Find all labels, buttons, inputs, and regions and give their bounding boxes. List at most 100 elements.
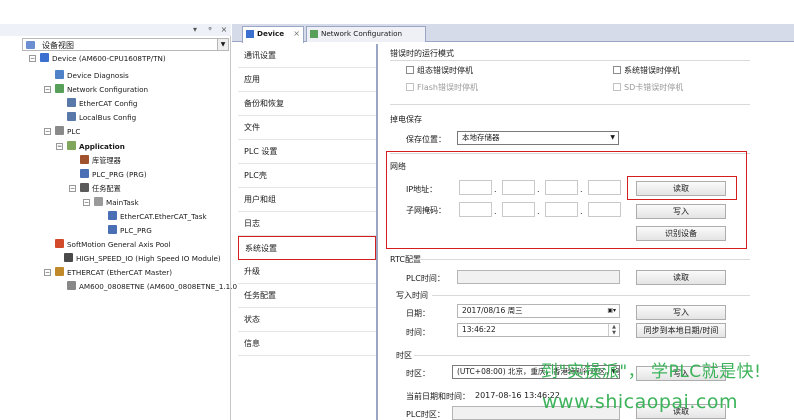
tree-node-label: MainTask bbox=[106, 198, 139, 207]
ip-address-label: IP地址： bbox=[406, 185, 438, 194]
tab-device[interactable]: Device × bbox=[242, 26, 304, 43]
collapse-icon[interactable]: − bbox=[83, 199, 90, 206]
close-icon[interactable]: × bbox=[293, 27, 300, 41]
watermark-slogan: 到"实操派"， 学PLC就是快! bbox=[541, 362, 762, 382]
library-icon bbox=[80, 155, 89, 164]
current-datetime-label: 当前日期和时间： bbox=[406, 392, 470, 401]
mask-octet-1-input[interactable] bbox=[459, 202, 492, 217]
tree-node-label: PLC_PRG (PRG) bbox=[92, 170, 147, 179]
axis-pool-icon bbox=[55, 239, 64, 248]
tree-node-task-config[interactable]: − 任务配置 bbox=[69, 183, 121, 195]
tree-titlebar: ▾ ᵠ × bbox=[0, 24, 231, 36]
save-location-select[interactable]: 本地存储器 ▼ bbox=[457, 131, 619, 145]
nav-item-5[interactable]: PLC壳 bbox=[238, 164, 376, 188]
tree-node-network-configuration[interactable]: − Network Configuration bbox=[44, 84, 148, 96]
nav-item-0[interactable]: 通讯设置 bbox=[238, 44, 376, 68]
collapse-icon[interactable]: − bbox=[69, 185, 76, 192]
sd-error-stop-checkbox[interactable]: SD卡错误时停机 bbox=[613, 83, 683, 93]
close-icon[interactable]: × bbox=[219, 25, 229, 35]
spinner-icon[interactable]: ▲ ▼ bbox=[608, 324, 619, 336]
network-write-button[interactable]: 写入 bbox=[636, 204, 726, 219]
plc-timezone-label: PLC时区： bbox=[406, 410, 445, 419]
tree-node-label: LocalBus Config bbox=[79, 113, 137, 122]
nav-item-9[interactable]: 升级 bbox=[238, 260, 376, 284]
nav-item-3[interactable]: 文件 bbox=[238, 116, 376, 140]
identify-device-button[interactable]: 识别设备 bbox=[636, 226, 726, 241]
tree-node-ethercat-config[interactable]: EtherCAT Config bbox=[67, 98, 137, 110]
network-read-button[interactable]: 读取 bbox=[636, 181, 726, 196]
slave-module-icon bbox=[67, 281, 76, 290]
flash-error-stop-checkbox[interactable]: Flash错误时停机 bbox=[406, 83, 478, 93]
tree-node-device[interactable]: − Device (AM600-CPU1608TP/TN) bbox=[29, 53, 166, 65]
rtc-write-button[interactable]: 写入 bbox=[636, 305, 726, 320]
nav-item-4[interactable]: PLC 设置 bbox=[238, 140, 376, 164]
date-picker[interactable]: 2017/08/16 周三 ▣▾ bbox=[457, 304, 620, 318]
divider bbox=[390, 60, 750, 61]
plc-time-field bbox=[457, 270, 620, 284]
time-spinner[interactable]: 13:46:22 ▲ ▼ bbox=[457, 323, 620, 337]
sync-local-time-button[interactable]: 同步到本地日期/时间 bbox=[636, 323, 726, 338]
checkbox-label: 系统错误时停机 bbox=[624, 66, 680, 75]
tree-node-ethercat-task[interactable]: EtherCAT.EtherCAT_Task bbox=[108, 211, 207, 223]
chevron-down-icon: ▼ bbox=[610, 134, 615, 141]
collapse-icon[interactable]: − bbox=[44, 128, 51, 135]
tree-node-plc-prg-call[interactable]: PLC_PRG bbox=[108, 225, 152, 237]
checkbox-icon bbox=[613, 83, 621, 91]
system-error-stop-checkbox[interactable]: 系统错误时停机 bbox=[613, 66, 680, 76]
tree-node-label: Device (AM600-CPU1608TP/TN) bbox=[52, 54, 166, 63]
nav-item-8[interactable]: 系统设置 bbox=[238, 236, 376, 260]
nav-item-1[interactable]: 应用 bbox=[238, 68, 376, 92]
nav-item-11[interactable]: 状态 bbox=[238, 308, 376, 332]
mask-octet-2-input[interactable] bbox=[502, 202, 535, 217]
application-icon bbox=[67, 141, 76, 150]
tree-node-high-speed-io[interactable]: HIGH_SPEED_IO (High Speed IO Module) bbox=[64, 253, 221, 265]
collapse-icon[interactable]: − bbox=[56, 143, 63, 150]
ip-octet-3-input[interactable] bbox=[545, 180, 578, 195]
tree-node-label: ETHERCAT (EtherCAT Master) bbox=[67, 268, 173, 277]
nav-item-7[interactable]: 日志 bbox=[238, 212, 376, 236]
config-error-stop-checkbox[interactable]: 组态错误时停机 bbox=[406, 66, 473, 76]
tree-node-application[interactable]: − Application bbox=[56, 141, 125, 153]
tree-node-device-diagnosis[interactable]: Device Diagnosis bbox=[55, 70, 129, 82]
mask-octet-4-input[interactable] bbox=[588, 202, 621, 217]
tree-node-label: SoftMotion General Axis Pool bbox=[67, 240, 171, 249]
dropdown-icon[interactable]: ▾ bbox=[190, 25, 200, 35]
ip-octet-2-input[interactable] bbox=[502, 180, 535, 195]
calendar-dropdown-icon[interactable]: ▣▾ bbox=[607, 305, 616, 317]
tree-node-label: Application bbox=[79, 142, 125, 151]
device-icon bbox=[246, 30, 254, 38]
collapse-icon[interactable]: − bbox=[44, 269, 51, 276]
tree-view-combo[interactable]: 设备视图 ▼ bbox=[22, 38, 229, 51]
tree-node-maintask[interactable]: − MainTask bbox=[83, 197, 139, 209]
date-value: 2017/08/16 周三 bbox=[462, 306, 523, 315]
watermark-url: www.shicaopai.com bbox=[542, 391, 738, 413]
collapse-icon[interactable]: − bbox=[29, 55, 36, 62]
pin-icon[interactable]: ᵠ bbox=[205, 25, 215, 35]
tab-network-label: Network Configuration bbox=[321, 29, 403, 38]
tree-node-am600-0808etne[interactable]: AM600_0808ETNE (AM600_0808ETNE_1.1.0 bbox=[67, 281, 237, 293]
device-settings-nav: 通讯设置 应用 备份和恢复 文件 PLC 设置 PLC壳 用户和组 日志 系统设置 升级 任务配置状… bbox=[238, 44, 376, 420]
tree-node-softmotion-pool[interactable]: SoftMotion General Axis Pool bbox=[55, 239, 171, 251]
nav-item-12[interactable]: 信息 bbox=[238, 332, 376, 356]
ip-octet-4-input[interactable] bbox=[588, 180, 621, 195]
program-icon bbox=[80, 169, 89, 178]
collapse-icon[interactable]: − bbox=[44, 86, 51, 93]
nav-item-2[interactable]: 备份和恢复 bbox=[238, 92, 376, 116]
tab-device-label: Device bbox=[257, 29, 285, 38]
mask-dot: . bbox=[580, 207, 583, 216]
tree-node-plc-prg[interactable]: PLC_PRG (PRG) bbox=[80, 169, 147, 181]
tab-network-configuration[interactable]: Network Configuration bbox=[306, 26, 426, 42]
mask-octet-3-input[interactable] bbox=[545, 202, 578, 217]
program-icon bbox=[108, 211, 117, 220]
tree-node-label: PLC bbox=[67, 127, 81, 136]
nav-item-6[interactable]: 用户和组 bbox=[238, 188, 376, 212]
rtc-read-button[interactable]: 读取 bbox=[636, 270, 726, 285]
tree-node-localbus-config[interactable]: LocalBus Config bbox=[67, 112, 136, 124]
chevron-down-icon[interactable]: ▼ bbox=[217, 39, 228, 50]
tree-node-ethercat-master[interactable]: − ETHERCAT (EtherCAT Master) bbox=[44, 267, 173, 279]
tree-node-library-manager[interactable]: 库管理器 bbox=[80, 155, 121, 167]
ip-octet-1-input[interactable] bbox=[459, 180, 492, 195]
nav-item-10[interactable]: 任务配置 bbox=[238, 284, 376, 308]
checkbox-label: SD卡错误时停机 bbox=[624, 83, 684, 92]
tree-node-plc[interactable]: − PLC bbox=[44, 126, 81, 138]
